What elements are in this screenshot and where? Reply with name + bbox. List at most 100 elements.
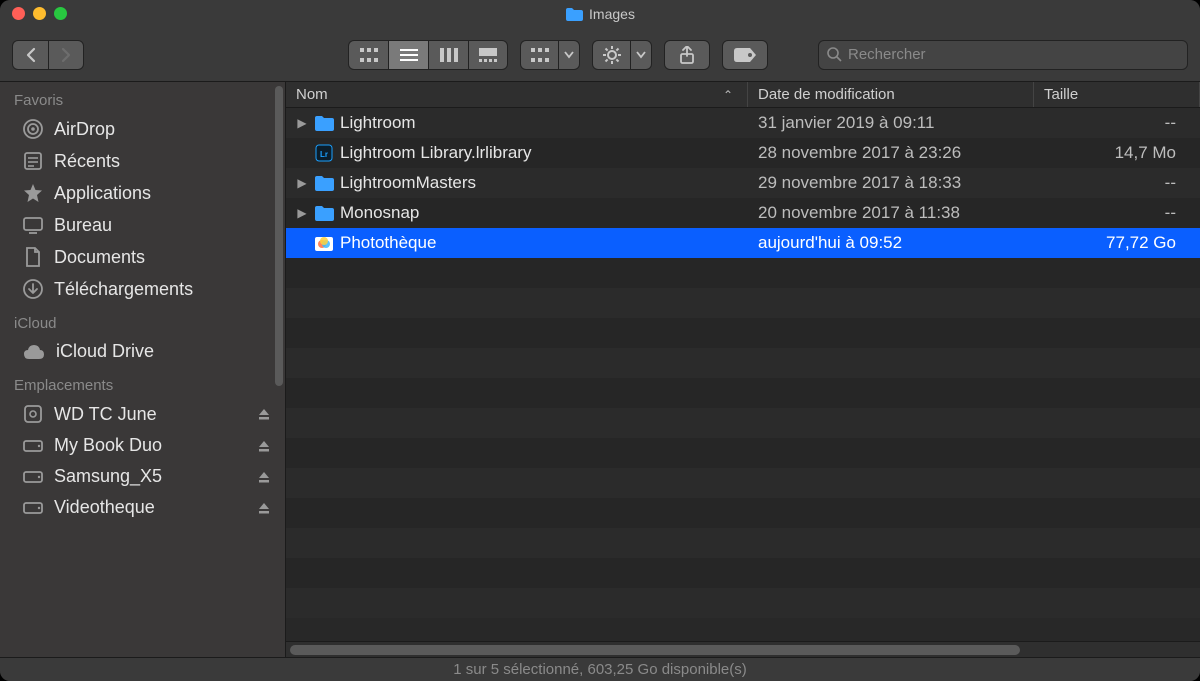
- sidebar-item-applications[interactable]: Applications: [0, 177, 285, 209]
- column-view-button[interactable]: [428, 40, 468, 70]
- sidebar-item-label: Bureau: [54, 215, 112, 236]
- sidebar-section-icloud: iCloud: [0, 305, 285, 336]
- minimize-window-button[interactable]: [33, 7, 46, 20]
- cell-name: ▶ LightroomMasters: [286, 173, 748, 193]
- eject-icon[interactable]: [257, 439, 271, 453]
- cell-name: LrLightroom Library.lrlibrary: [286, 143, 748, 163]
- cell-name: ▶ Monosnap: [286, 203, 748, 223]
- list-view-button[interactable]: [388, 40, 428, 70]
- applications-icon: [22, 182, 44, 204]
- cell-size: 14,7 Mo: [1034, 143, 1200, 163]
- file-name: LightroomMasters: [340, 173, 476, 193]
- sidebar-section-favorites: Favoris: [0, 82, 285, 113]
- sidebar-item-location[interactable]: Videotheque: [0, 492, 285, 523]
- file-row: [286, 408, 1200, 438]
- titlebar: Images: [0, 0, 1200, 28]
- zoom-window-button[interactable]: [54, 7, 67, 20]
- airdrop-icon: [22, 118, 44, 140]
- file-list-area: Nom ⌃ Date de modification Taille ▶Light…: [286, 82, 1200, 657]
- eject-icon[interactable]: [257, 470, 271, 484]
- downloads-icon: [22, 278, 44, 300]
- file-row: [286, 318, 1200, 348]
- search-field[interactable]: [818, 40, 1188, 70]
- back-button[interactable]: [12, 40, 48, 70]
- folder-icon: [314, 113, 334, 133]
- photos-library-icon: [314, 233, 334, 253]
- file-row: [286, 468, 1200, 498]
- status-text: 1 sur 5 sélectionné, 603,25 Go disponibl…: [453, 661, 747, 678]
- sidebar-item-label: Applications: [54, 183, 151, 204]
- sidebar-item-location[interactable]: Samsung_X5: [0, 461, 285, 492]
- disclosure-triangle[interactable]: ▶: [296, 206, 308, 220]
- sidebar-item-location[interactable]: WD TC June: [0, 398, 285, 430]
- gallery-view-button[interactable]: [468, 40, 508, 70]
- file-rows: ▶Lightroom31 janvier 2019 à 09:11--LrLig…: [286, 108, 1200, 641]
- sidebar-item-documents[interactable]: Documents: [0, 241, 285, 273]
- cell-size: --: [1034, 173, 1200, 193]
- eject-icon[interactable]: [257, 501, 271, 515]
- forward-button[interactable]: [48, 40, 84, 70]
- file-row[interactable]: LrLightroom Library.lrlibrary28 novembre…: [286, 138, 1200, 168]
- file-row: [286, 438, 1200, 468]
- gear-icon: [592, 40, 630, 70]
- group-icon: [520, 40, 558, 70]
- cell-date: aujourd'hui à 09:52: [748, 233, 1034, 253]
- sidebar-item-downloads[interactable]: Téléchargements: [0, 273, 285, 305]
- drive-icon: [22, 437, 44, 455]
- cell-date: 28 novembre 2017 à 23:26: [748, 143, 1034, 163]
- sidebar-item-desktop[interactable]: Bureau: [0, 209, 285, 241]
- file-row[interactable]: ▶ LightroomMasters 29 novembre 2017 à 18:3…: [286, 168, 1200, 198]
- sidebar-item-location[interactable]: My Book Duo: [0, 430, 285, 461]
- file-row: [286, 528, 1200, 558]
- group-by-button[interactable]: [520, 40, 580, 70]
- window-controls: [12, 7, 67, 20]
- sidebar-item-label: Récents: [54, 151, 120, 172]
- cell-date: 29 novembre 2017 à 18:33: [748, 173, 1034, 193]
- cell-size: --: [1034, 203, 1200, 223]
- view-mode-segmented: [348, 40, 508, 70]
- share-button[interactable]: [664, 40, 710, 70]
- search-input[interactable]: [848, 46, 1179, 63]
- column-name[interactable]: Nom ⌃: [286, 82, 748, 107]
- status-bar: 1 sur 5 sélectionné, 603,25 Go disponibl…: [0, 657, 1200, 681]
- documents-icon: [22, 246, 44, 268]
- window-title: Images: [565, 6, 635, 22]
- file-name: Lightroom Library.lrlibrary: [340, 143, 531, 163]
- drive-icon: [22, 499, 44, 517]
- window-title-text: Images: [589, 6, 635, 22]
- column-size-label: Taille: [1044, 86, 1078, 103]
- sidebar-item-label: Documents: [54, 247, 145, 268]
- eject-icon[interactable]: [257, 407, 271, 421]
- scrollbar-thumb[interactable]: [290, 645, 1020, 655]
- file-row: [286, 588, 1200, 618]
- file-row[interactable]: ▶Lightroom31 janvier 2019 à 09:11--: [286, 108, 1200, 138]
- sidebar: Favoris AirDrop Récents Applications Bur…: [0, 82, 286, 657]
- file-name: Monosnap: [340, 203, 419, 223]
- close-window-button[interactable]: [12, 7, 25, 20]
- sidebar-section-locations: Emplacements: [0, 367, 285, 398]
- tags-button[interactable]: [722, 40, 768, 70]
- folder-icon: [314, 203, 334, 223]
- sidebar-item-recents[interactable]: Récents: [0, 145, 285, 177]
- file-row[interactable]: ▶ Monosnap 20 novembre 2017 à 11:38--: [286, 198, 1200, 228]
- file-name: Photothèque: [340, 233, 436, 253]
- chevron-down-icon: [558, 40, 580, 70]
- sidebar-item-label: My Book Duo: [54, 435, 162, 456]
- column-headers: Nom ⌃ Date de modification Taille: [286, 82, 1200, 108]
- file-row[interactable]: Photothèque aujourd'hui à 09:5277,72 Go: [286, 228, 1200, 258]
- external-disk-icon: [22, 403, 44, 425]
- column-date[interactable]: Date de modification: [748, 82, 1034, 107]
- horizontal-scrollbar[interactable]: [286, 641, 1200, 657]
- cell-size: 77,72 Go: [1034, 233, 1200, 253]
- cell-date: 20 novembre 2017 à 11:38: [748, 203, 1034, 223]
- cloud-icon: [22, 343, 46, 361]
- disclosure-triangle[interactable]: ▶: [296, 116, 308, 130]
- disclosure-triangle[interactable]: ▶: [296, 176, 308, 190]
- action-menu-button[interactable]: [592, 40, 652, 70]
- column-size[interactable]: Taille: [1034, 82, 1200, 107]
- sidebar-item-label: WD TC June: [54, 404, 157, 425]
- sidebar-item-label: Téléchargements: [54, 279, 193, 300]
- icon-view-button[interactable]: [348, 40, 388, 70]
- sidebar-item-airdrop[interactable]: AirDrop: [0, 113, 285, 145]
- sidebar-item-icloud-drive[interactable]: iCloud Drive: [0, 336, 285, 367]
